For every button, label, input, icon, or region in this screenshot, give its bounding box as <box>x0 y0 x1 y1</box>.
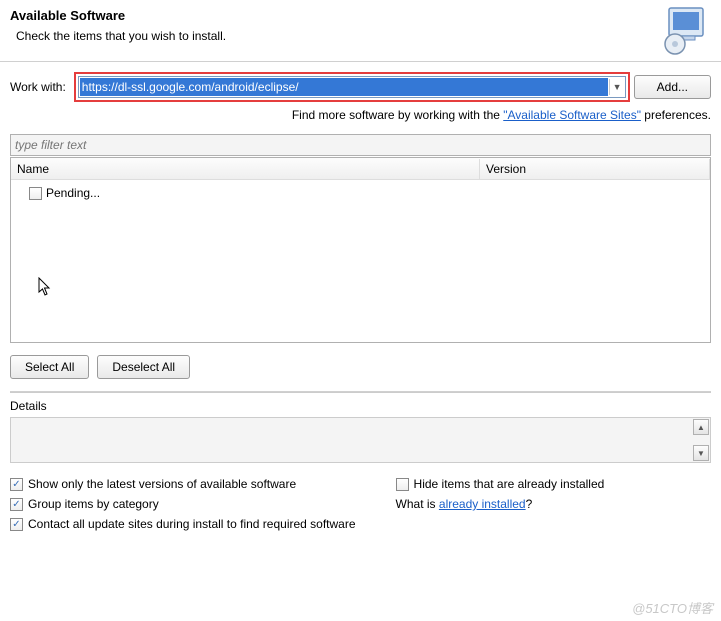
checkbox-icon[interactable] <box>29 187 42 200</box>
dialog-header: Available Software Check the items that … <box>0 0 721 61</box>
option-hide-installed[interactable]: Hide items that are already installed <box>396 477 711 491</box>
what-is-installed: What is already installed? <box>396 497 711 511</box>
checkbox-icon[interactable] <box>10 518 23 531</box>
install-software-icon <box>659 4 711 56</box>
available-sites-link[interactable]: "Available Software Sites" <box>503 108 641 122</box>
work-with-label: Work with: <box>10 80 66 94</box>
option-group-category[interactable]: Group items by category <box>10 497 396 511</box>
column-name[interactable]: Name <box>11 159 480 179</box>
tree-item-label: Pending... <box>46 186 100 200</box>
filter-input[interactable] <box>10 134 711 156</box>
work-with-highlight: ▼ <box>74 72 630 102</box>
what-is-prefix: What is <box>396 497 439 511</box>
option-show-latest[interactable]: Show only the latest versions of availab… <box>10 477 396 491</box>
work-with-input[interactable] <box>80 78 608 96</box>
scroll-up-icon[interactable]: ▲ <box>693 419 709 435</box>
watermark: @51CTO博客 <box>632 598 713 617</box>
software-tree: Name Version Pending... <box>10 157 711 343</box>
find-more-prefix: Find more software by working with the <box>292 108 503 122</box>
already-installed-link[interactable]: already installed <box>439 497 526 511</box>
find-more-text: Find more software by working with the "… <box>10 108 711 122</box>
option-contact-sites[interactable]: Contact all update sites during install … <box>10 517 356 531</box>
what-is-suffix: ? <box>526 497 533 511</box>
tree-item[interactable]: Pending... <box>17 184 704 202</box>
checkbox-icon[interactable] <box>10 478 23 491</box>
find-more-suffix: preferences. <box>641 108 711 122</box>
details-label: Details <box>10 399 711 413</box>
add-button[interactable]: Add... <box>634 75 711 99</box>
work-with-combo[interactable]: ▼ <box>78 76 626 98</box>
dropdown-arrow-icon[interactable]: ▼ <box>609 79 625 95</box>
page-title: Available Software <box>10 8 711 23</box>
option-label: Hide items that are already installed <box>414 477 605 491</box>
tree-header: Name Version <box>11 158 710 180</box>
checkbox-icon[interactable] <box>10 498 23 511</box>
column-version[interactable]: Version <box>480 159 710 179</box>
option-label: Show only the latest versions of availab… <box>28 477 296 491</box>
checkbox-icon[interactable] <box>396 478 409 491</box>
option-label: Contact all update sites during install … <box>28 517 356 531</box>
details-textarea[interactable]: ▲ ▼ <box>10 417 711 463</box>
select-all-button[interactable]: Select All <box>10 355 89 379</box>
deselect-all-button[interactable]: Deselect All <box>97 355 190 379</box>
scroll-down-icon[interactable]: ▼ <box>693 445 709 461</box>
option-label: Group items by category <box>28 497 159 511</box>
page-subtitle: Check the items that you wish to install… <box>16 29 711 43</box>
